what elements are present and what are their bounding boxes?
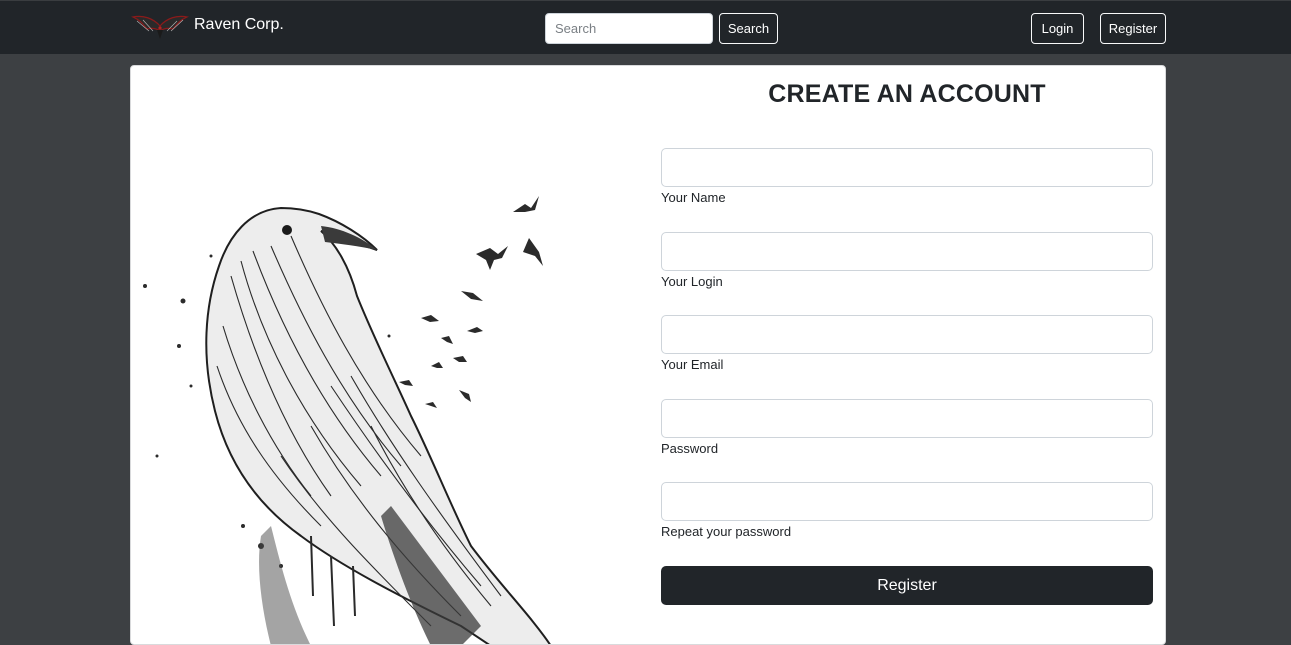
email-label: Your Email (661, 357, 724, 372)
register-nav-button[interactable]: Register (1100, 13, 1166, 44)
login-field-group: Your Login (661, 232, 1153, 289)
password-field-group: Password (661, 399, 1153, 456)
repeat-password-input[interactable] (661, 482, 1153, 521)
email-input[interactable] (661, 315, 1153, 354)
name-input[interactable] (661, 148, 1153, 187)
register-submit-button[interactable]: Register (661, 566, 1153, 605)
email-field-group: Your Email (661, 315, 1153, 372)
repeat-password-field-group: Repeat your password (661, 482, 1153, 539)
brand-name: Raven Corp. (194, 16, 284, 33)
password-label: Password (661, 441, 719, 456)
navbar: Raven Corp. Search Login Register (0, 0, 1291, 54)
login-button[interactable]: Login (1031, 13, 1084, 44)
brand[interactable]: Raven Corp. (131, 11, 284, 45)
search-button[interactable]: Search (719, 13, 778, 44)
login-label: Your Login (661, 274, 723, 289)
form-title: CREATE AN ACCOUNT (768, 80, 1046, 108)
login-input[interactable] (661, 232, 1153, 271)
search-input[interactable] (545, 13, 713, 44)
raven-logo-icon (131, 15, 189, 39)
password-input[interactable] (661, 399, 1153, 438)
name-label: Your Name (661, 190, 726, 205)
raven-illustration (143, 196, 551, 644)
repeat-password-label: Repeat your password (661, 524, 792, 539)
register-card: CREATE AN ACCOUNT Your Name Your Login Y… (130, 65, 1166, 645)
name-field-group: Your Name (661, 148, 1153, 205)
